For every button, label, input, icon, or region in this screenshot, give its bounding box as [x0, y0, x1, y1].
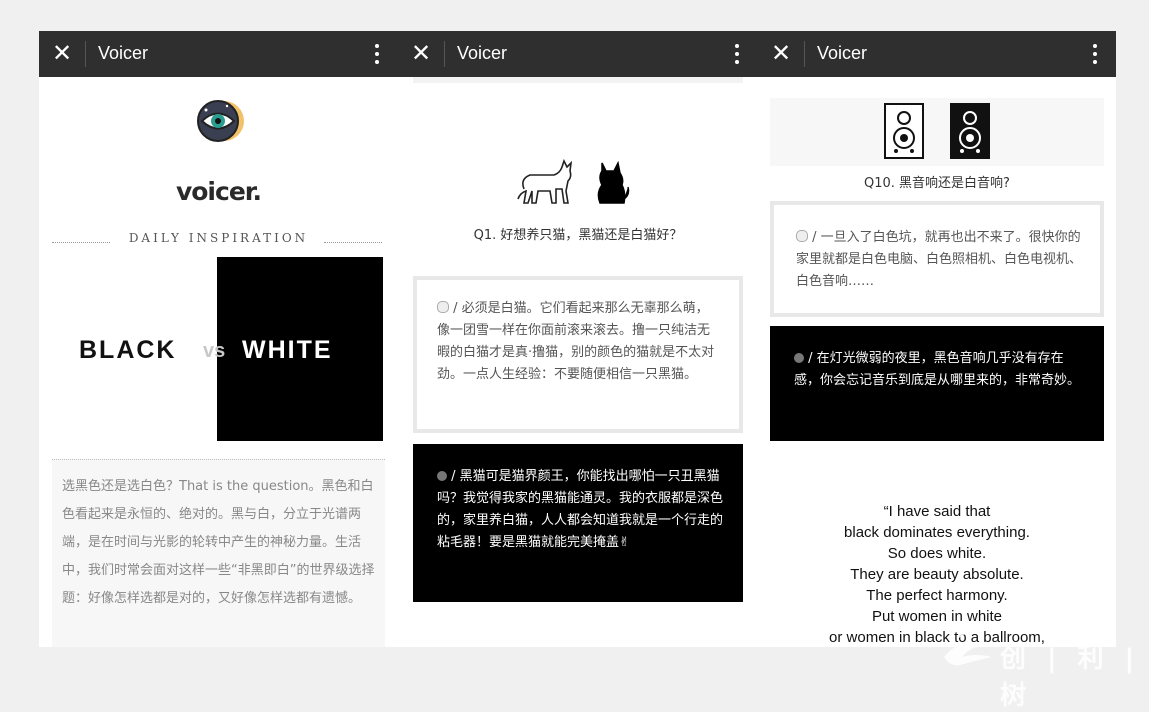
top-bar: ✕ Voicer — [758, 31, 1116, 77]
black-dot-icon — [437, 471, 447, 481]
top-bar: ✕ Voicer — [398, 31, 758, 77]
black-dot-icon — [794, 353, 804, 363]
more-options-icon[interactable] — [734, 41, 740, 67]
article-panel-3: ✕ Voicer Q10. 黑音响还是白音响? / 一旦入了白色坑，就再也出不来… — [758, 31, 1116, 647]
quote-line: So does white. — [887, 545, 987, 562]
watermark-text-small: CHUANG LI SHU — [1008, 621, 1116, 635]
white-cat-icon — [517, 159, 573, 204]
divider — [804, 41, 805, 67]
more-options-icon[interactable] — [374, 41, 380, 67]
eye-logo-icon — [197, 100, 244, 142]
close-icon[interactable]: ✕ — [770, 41, 792, 65]
white-answer-box: / 一旦入了白色坑，就再也出不来了。很快你的家里就都是白色电脑、白色照相机、白色… — [770, 201, 1104, 317]
watermark: CHUANG LI SHU 创 | 利 | 树 — [940, 615, 1145, 711]
watermark-text-big: 创 | 利 | 树 — [1000, 644, 1141, 711]
divider — [324, 242, 382, 243]
close-icon[interactable]: ✕ — [410, 41, 432, 65]
white-answer-box: / 必须是白猫。它们看起来那么无辜那么萌，像一团雪一样在你面前滚来滚去。撸一只纯… — [413, 276, 743, 433]
intro-text: 选黑色还是选白色？That is the question。黑色和白色看起来是永… — [62, 479, 375, 606]
banner-vs: vs — [203, 340, 226, 362]
watermark-logo-icon — [944, 630, 992, 666]
white-dot-icon — [437, 301, 449, 313]
intro-box: 选黑色还是选白色？That is the question。黑色和白色看起来是永… — [52, 459, 385, 647]
divider — [444, 41, 445, 67]
quote-line: “I have said that — [883, 503, 991, 520]
quote-line: They are beauty absolute. — [850, 566, 1024, 583]
question-title: Q1. 好想养只猫，黑猫还是白猫好？ — [473, 228, 683, 243]
image-edge — [413, 77, 743, 83]
question-title: Q10. 黑音响还是白音响? — [864, 176, 1010, 191]
white-answer-text: / 必须是白猫。它们看起来那么无辜那么萌，像一团雪一样在你面前滚来滚去。撸一只纯… — [437, 301, 715, 382]
speaker-image-area — [770, 98, 1104, 166]
black-answer-text: / 在灯光微弱的夜里，黑色音响几乎没有存在感，你会忘记音乐到底是从哪里来的，非常… — [794, 351, 1081, 388]
close-icon[interactable]: ✕ — [51, 41, 73, 65]
black-answer-box: / 黑猫可是猫界颜王，你能找出哪怕一只丑黑猫吗？我觉得我家的黑猫能通灵。我的衣服… — [413, 444, 743, 602]
app-title: Voicer — [457, 43, 508, 63]
quote-line: black dominates everything. — [844, 524, 1030, 541]
black-cat-icon — [597, 160, 630, 204]
black-answer-box: / 在灯光微弱的夜里，黑色音响几乎没有存在感，你会忘记音乐到底是从哪里来的，非常… — [770, 326, 1104, 441]
more-options-icon[interactable] — [1092, 41, 1098, 67]
top-bar: ✕ Voicer — [39, 31, 398, 77]
app-title: Voicer — [98, 43, 149, 63]
divider — [85, 41, 86, 67]
white-answer-text: / 一旦入了白色坑，就再也出不来了。很快你的家里就都是白色电脑、白色照相机、白色… — [796, 230, 1083, 289]
article-panel-2: ✕ Voicer Q1. 好想养只猫，黑猫还是白猫好？ / 必须是白猫。它们看起… — [398, 31, 758, 647]
white-speaker-icon — [884, 103, 924, 159]
black-speaker-icon — [950, 103, 990, 159]
brand-logo-text: voicer. — [175, 177, 262, 206]
quote-line: The perfect harmony. — [866, 587, 1008, 604]
app-title: Voicer — [817, 43, 868, 63]
banner-black-word: BLACK — [79, 336, 177, 364]
article-panel-1: ✕ Voicer voicer. DAILY INSPIRATION BLACK… — [39, 31, 398, 647]
white-dot-icon — [796, 230, 808, 242]
banner-white-word: WHITE — [242, 336, 333, 364]
black-answer-text: / 黑猫可是猫界颜王，你能找出哪怕一只丑黑猫吗？我觉得我家的黑猫能通灵。我的衣服… — [437, 469, 724, 550]
